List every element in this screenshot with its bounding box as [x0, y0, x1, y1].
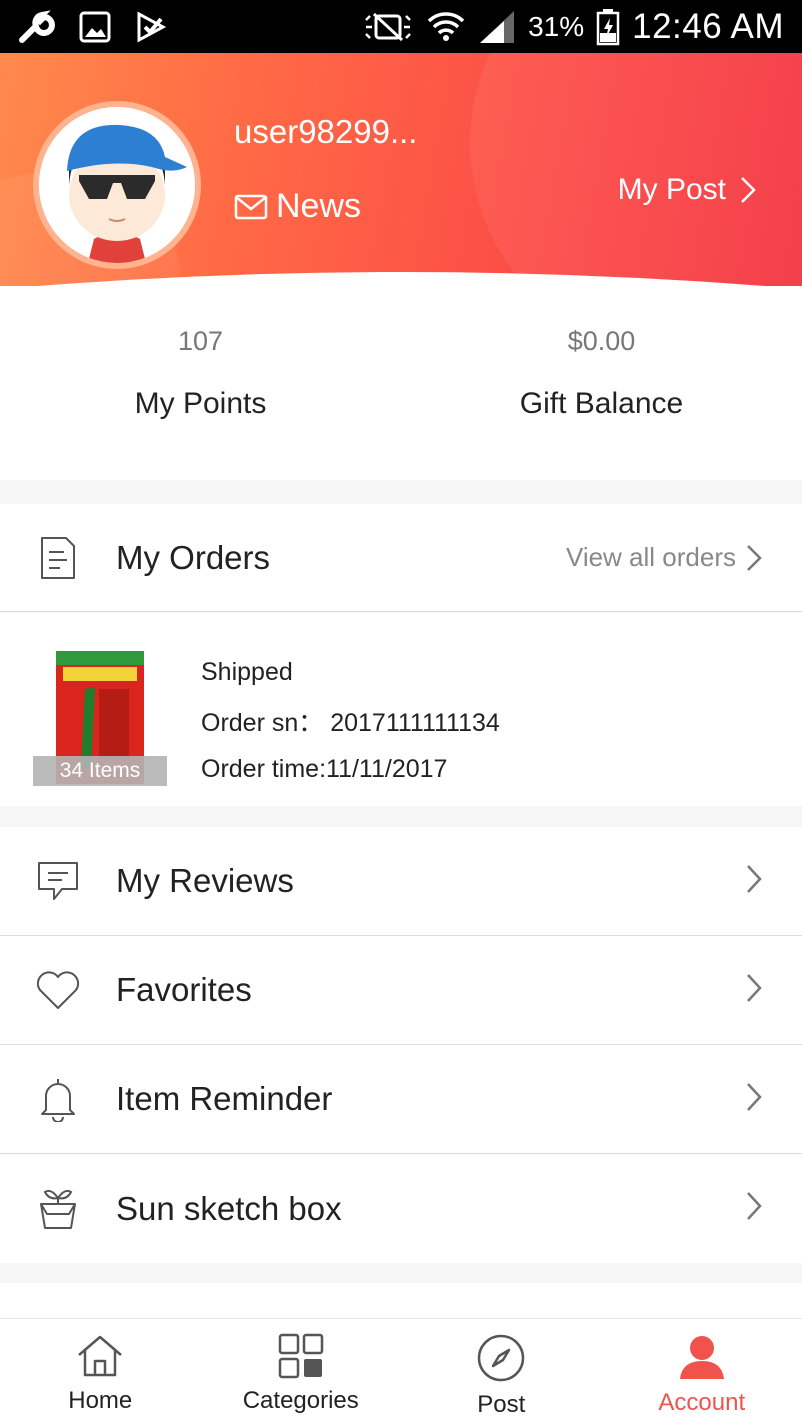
avatar-cartoon-icon — [39, 107, 195, 263]
compass-icon — [478, 1334, 525, 1382]
gift-value: $0.00 — [567, 326, 636, 356]
menu-item-label: Favorites — [116, 971, 252, 1008]
plant-pot-icon — [40, 1189, 76, 1229]
chevron-right-icon — [747, 544, 762, 571]
next-section-partial — [0, 1283, 802, 1323]
view-all-orders-label: View all orders — [565, 542, 736, 572]
bottom-nav: Home Categories Post Account — [0, 1318, 802, 1426]
menu-item-sun-sketch-box[interactable]: Sun sketch box — [0, 1154, 802, 1263]
clock: 12:46 AM — [632, 6, 784, 46]
wifi-icon — [427, 11, 465, 41]
mail-icon — [234, 194, 268, 219]
battery-percent: 31% — [528, 10, 585, 42]
order-status: Shipped — [201, 658, 293, 686]
chevron-right-icon — [741, 177, 756, 203]
chevron-right-icon — [747, 864, 762, 893]
nav-home[interactable]: Home — [0, 1319, 201, 1426]
battery-icon — [596, 8, 620, 45]
account-menu: My Reviews Favorites Item Reminder Sun s… — [0, 827, 802, 1263]
menu-item-my-reviews[interactable]: My Reviews — [0, 827, 802, 936]
my-post-label: My Post — [617, 173, 726, 206]
stats-panel: 107 My Points $0.00 Gift Balance — [0, 286, 802, 480]
nav-account-label: Account — [658, 1389, 746, 1416]
nav-post-label: Post — [477, 1391, 526, 1418]
account-icon — [679, 1336, 724, 1379]
categories-icon — [278, 1333, 323, 1379]
product-thumbnail: 34 Items — [33, 649, 167, 786]
my-post-link[interactable]: My Post — [618, 173, 756, 207]
my-orders-row[interactable]: My Orders View all orders — [0, 504, 802, 612]
review-icon — [38, 862, 78, 900]
points-value: 107 — [177, 326, 224, 356]
image-icon — [79, 11, 111, 42]
nav-home-label: Home — [68, 1387, 133, 1414]
menu-item-label: My Reviews — [116, 862, 294, 899]
chevron-right-icon — [747, 973, 762, 1002]
chevron-right-icon — [747, 1192, 762, 1220]
menu-item-item-reminder[interactable]: Item Reminder — [0, 1045, 802, 1154]
nav-post[interactable]: Post — [401, 1319, 602, 1426]
order-details: Shipped Order sn： 2017111111134 Order ti… — [201, 649, 500, 792]
news-label: News — [276, 187, 362, 225]
status-bar: 31% 12:46 AM — [0, 0, 802, 53]
menu-item-favorites[interactable]: Favorites — [0, 936, 802, 1045]
gift-balance[interactable]: $0.00 Gift Balance — [401, 286, 802, 480]
order-card[interactable]: 34 Items Shipped Order sn： 2017111111134… — [0, 613, 802, 806]
wrench-icon — [19, 9, 55, 43]
profile-header: user98299... News My Post — [0, 53, 802, 293]
avatar[interactable] — [33, 101, 201, 269]
bell-icon — [41, 1079, 75, 1122]
document-icon — [41, 536, 75, 579]
check-download-icon — [137, 10, 167, 43]
order-sn: Order sn： 2017111111134 — [201, 709, 500, 737]
nav-categories[interactable]: Categories — [201, 1319, 402, 1426]
heart-icon — [36, 971, 80, 1009]
news-link[interactable]: News — [234, 187, 361, 226]
my-points[interactable]: 107 My Points — [0, 286, 401, 480]
menu-item-label: Item Reminder — [116, 1080, 333, 1117]
item-count-badge: 34 Items — [33, 756, 167, 786]
view-all-orders-link[interactable]: View all orders — [566, 542, 802, 573]
username: user98299... — [234, 113, 418, 150]
chevron-right-icon — [747, 1082, 762, 1111]
mute-icon — [365, 12, 411, 41]
menu-item-label: Sun sketch box — [116, 1189, 342, 1227]
signal-icon — [480, 10, 515, 43]
nav-account[interactable]: Account — [602, 1319, 802, 1426]
home-icon — [78, 1335, 123, 1377]
my-orders-title: My Orders — [116, 538, 271, 576]
gift-label: Gift Balance — [519, 387, 684, 420]
points-label: My Points — [134, 387, 267, 420]
order-time: Order time:11/11/2017 — [201, 755, 448, 783]
nav-categories-label: Categories — [242, 1387, 359, 1414]
